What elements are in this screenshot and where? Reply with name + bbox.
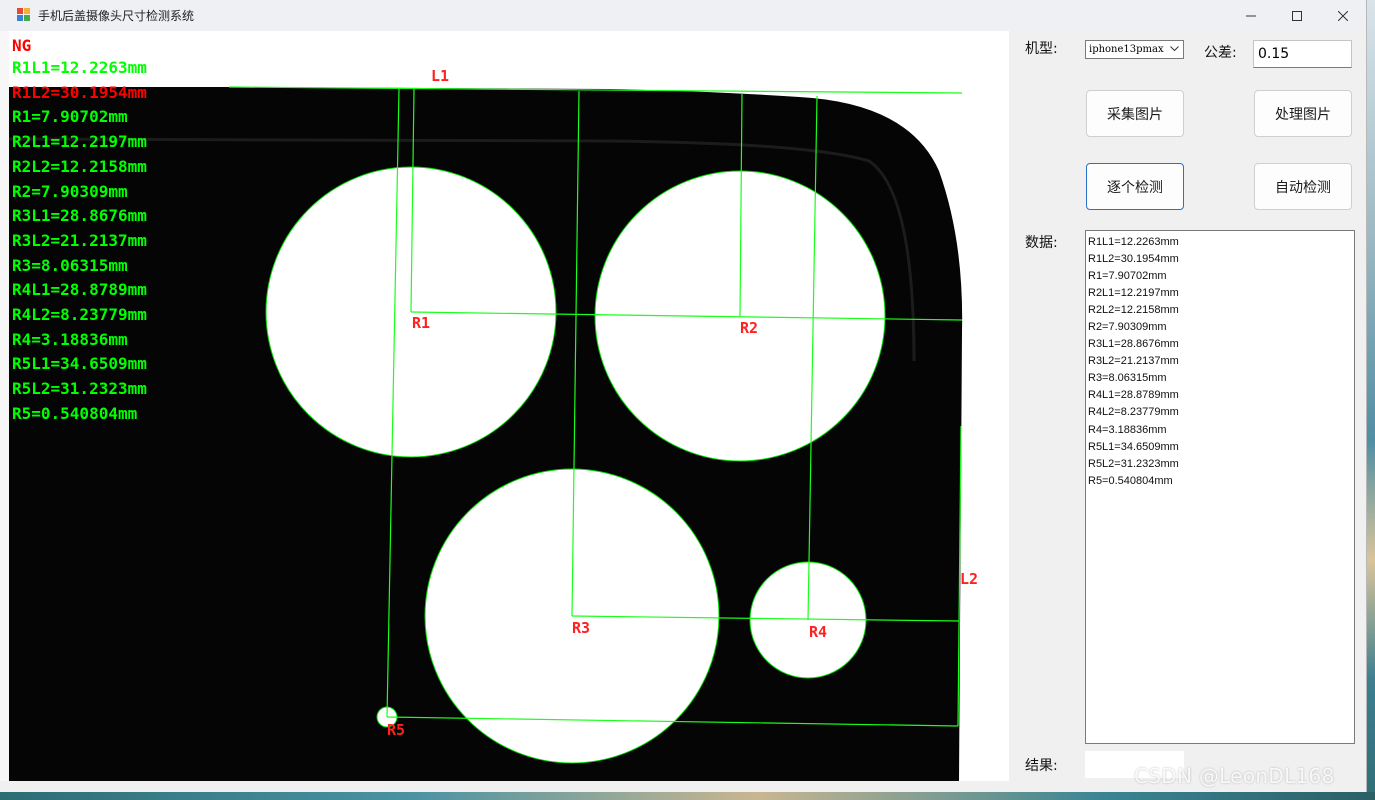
minimize-icon [1246, 15, 1256, 16]
minimize-button[interactable] [1228, 0, 1274, 31]
data-line: R5L1=34.6509mm [1088, 440, 1179, 453]
measurement-line: R1L1=12.2263mm [12, 58, 147, 77]
image-display[interactable]: NG R1L1=12.2263mm R1L2=30.1954mm R1=7.9070… [9, 31, 1009, 781]
measurement-line: R4L1=28.8789mm [12, 280, 147, 300]
measurement-line: R3L2=21.2137mm [12, 230, 147, 250]
data-line: R5=0.540804mm [1088, 474, 1173, 487]
data-line: R1L2=30.1954mm [1088, 253, 1179, 266]
process-image-button[interactable]: 处理图片 [1254, 90, 1352, 137]
result-status-overlay: NG [12, 36, 32, 55]
capture-image-button[interactable]: 采集图片 [1086, 90, 1184, 137]
close-icon [1338, 10, 1348, 21]
measurement-line: R4=3.18836mm [12, 329, 128, 349]
app-icon [17, 8, 31, 22]
model-select[interactable]: iphone13pmax [1085, 40, 1184, 59]
data-line: R4=3.18836mm [1088, 423, 1167, 436]
maximize-button[interactable] [1274, 0, 1320, 31]
label-r1: R1 [412, 314, 431, 332]
measurement-line: R4L2=8.23779mm [12, 305, 147, 325]
data-line: R4L1=28.8789mm [1088, 389, 1179, 402]
data-line: R1=7.90702mm [1088, 270, 1167, 283]
data-line: R2L2=12.2158mm [1088, 304, 1179, 317]
data-line: R2L1=12.2197mm [1088, 287, 1179, 300]
data-line: R4L2=8.23779mm [1088, 406, 1179, 419]
measurement-line: R2L2=12.2158mm [12, 156, 147, 176]
label-l2: L2 [960, 570, 979, 588]
result-label: 结果: [1025, 758, 1058, 774]
measurement-line: R5L2=31.2323mm [12, 379, 147, 399]
measurement-line: R5=0.540804mm [12, 403, 138, 423]
auto-detect-button[interactable]: 自动检测 [1254, 163, 1352, 210]
measurement-line: R2=7.90309mm [12, 181, 128, 201]
data-line: R3=8.06315mm [1088, 372, 1167, 385]
data-label: 数据: [1025, 235, 1058, 251]
measurement-overlay: R1L1=12.2263mm R1L2=30.1954mm R1=7.90702mm… [12, 56, 147, 427]
tolerance-input[interactable]: 0.15 [1253, 40, 1352, 68]
chevron-down-icon [1170, 46, 1179, 52]
inspection-image [9, 86, 963, 781]
data-textbox[interactable]: R1L1=12.2263mm R1L2=30.1954mm R1=7.90702mm… [1085, 230, 1355, 744]
data-line: R3L1=28.8676mm [1088, 338, 1179, 351]
tolerance-label: 公差: [1204, 45, 1237, 61]
desktop-background-bottom [0, 792, 1375, 800]
app-window: 手机后盖摄像头尺寸检测系统 NG R1L1=12.2263mm R1L2=30.… [0, 0, 1367, 792]
measurement-line: R5L1=34.6509mm [12, 354, 147, 374]
watermark: CSDN @LeonDL168 [1134, 764, 1335, 788]
measurement-line: R2L1=12.2197mm [12, 132, 147, 152]
model-select-value: iphone13pmax [1089, 44, 1164, 55]
desktop-background [1366, 0, 1375, 800]
label-l1: L1 [431, 67, 450, 85]
data-line: R3L2=21.2137mm [1088, 355, 1179, 368]
data-line: R2=7.90309mm [1088, 321, 1167, 334]
maximize-icon [1292, 10, 1302, 21]
data-line: R1L1=12.2263mm [1088, 236, 1179, 248]
label-r3: R3 [572, 619, 591, 637]
data-line: R5L2=31.2323mm [1088, 457, 1179, 470]
measurement-line: R3L1=28.8676mm [12, 206, 147, 226]
window-title: 手机后盖摄像头尺寸检测系统 [38, 9, 195, 23]
title-bar[interactable]: 手机后盖摄像头尺寸检测系统 [0, 0, 1366, 31]
model-label: 机型: [1025, 41, 1058, 57]
close-button[interactable] [1320, 0, 1366, 31]
label-r5: R5 [387, 721, 406, 739]
measurement-line: R1L2=30.1954mm [12, 82, 147, 102]
step-detect-button[interactable]: 逐个检测 [1086, 163, 1184, 210]
label-r4: R4 [809, 623, 828, 641]
background-window-edge [0, 31, 9, 781]
measurement-line: R1=7.90702mm [12, 107, 128, 127]
label-r2: R2 [740, 319, 759, 337]
measurement-line: R3=8.06315mm [12, 255, 128, 275]
